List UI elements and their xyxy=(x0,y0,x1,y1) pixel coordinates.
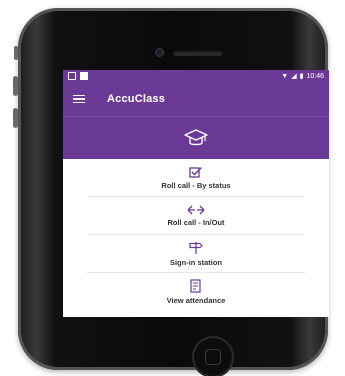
main-menu: Roll call - By status Roll call - In/Out… xyxy=(63,159,329,310)
volume-down-button xyxy=(13,108,18,128)
signal-icon: ◢ xyxy=(291,73,297,80)
checkbox-icon xyxy=(189,166,202,178)
menu-item-roll-call-in-out[interactable]: Roll call - In/Out xyxy=(87,197,305,235)
arrows-icon xyxy=(187,205,205,214)
notification-square-icon xyxy=(68,72,76,80)
phone-screen: ▼ ◢ ▮ 10:46 AccuClass Roll call - By sta… xyxy=(63,70,329,317)
notification-square-icon xyxy=(80,72,88,80)
menu-item-label: Roll call - In/Out xyxy=(167,217,225,227)
hamburger-icon[interactable] xyxy=(73,94,85,104)
home-button[interactable] xyxy=(192,336,234,376)
hero-banner xyxy=(63,116,329,159)
front-camera xyxy=(155,48,164,57)
volume-up-button xyxy=(13,76,18,96)
menu-item-roll-call-by-status[interactable]: Roll call - By status xyxy=(87,159,305,197)
menu-item-label: Sign-in station xyxy=(169,257,223,267)
list-icon xyxy=(190,278,201,293)
wifi-icon: ▼ xyxy=(281,72,289,80)
app-title: AccuClass xyxy=(107,93,166,105)
status-time: 10:46 xyxy=(306,72,324,80)
earpiece-speaker xyxy=(173,50,223,56)
battery-icon: ▮ xyxy=(299,73,304,80)
home-square-icon xyxy=(205,349,221,365)
menu-item-view-attendance[interactable]: View attendance xyxy=(87,273,305,310)
menu-item-sign-in-station[interactable]: Sign-in station xyxy=(87,235,305,273)
menu-item-label: View attendance xyxy=(166,295,226,305)
silent-switch xyxy=(14,46,18,60)
menu-item-label: Roll call - By status xyxy=(161,180,231,190)
status-bar: ▼ ◢ ▮ 10:46 xyxy=(63,70,329,82)
app-bar: AccuClass xyxy=(63,82,329,116)
graduation-cap-icon xyxy=(184,129,208,146)
signpost-icon xyxy=(189,241,203,254)
